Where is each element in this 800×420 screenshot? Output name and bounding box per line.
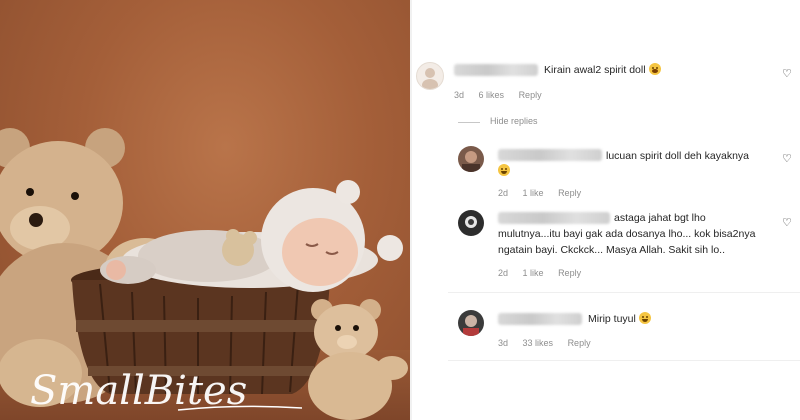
comment-text: lucuan spirit doll deh kayaknya (606, 150, 750, 162)
smallbites-watermark-logo: SmallBites (30, 368, 303, 414)
like-count[interactable]: 1 like (523, 188, 544, 198)
comment-meta: 3d 33 likes Reply (498, 338, 603, 348)
sleeping-baby-image (100, 180, 403, 292)
comment-time: 2d (498, 268, 509, 278)
laughing-emoji-icon (498, 164, 510, 176)
like-count[interactable]: 1 like (523, 268, 544, 278)
comment-emoji-line (498, 163, 510, 179)
comment-text: Kirain awal2 spirit doll (544, 62, 661, 78)
comment-text-line1: astaga jahat bgt lho (614, 212, 706, 224)
like-count[interactable]: 33 likes (523, 338, 554, 348)
comment-time: 2d (498, 188, 509, 198)
like-count[interactable]: 6 likes (479, 90, 505, 100)
comments-panel: Kirain awal2 spirit doll ♡ 3d 6 likes Re… (412, 0, 800, 420)
heart-outline-icon[interactable]: ♡ (782, 216, 792, 229)
hide-replies-button[interactable]: Hide replies (490, 116, 538, 126)
blurred-username[interactable] (498, 212, 610, 224)
small-teddy-bear-image (308, 299, 408, 420)
crying-laughing-emoji-icon (648, 63, 661, 75)
commenter-avatar[interactable] (416, 62, 444, 90)
heart-outline-icon[interactable]: ♡ (782, 67, 792, 80)
comment-time: 3d (454, 90, 465, 100)
hide-replies-line (458, 122, 480, 123)
comment-meta: 2d 1 like Reply (498, 268, 593, 278)
commenter-avatar[interactable] (458, 310, 484, 336)
blurred-username[interactable] (498, 149, 602, 161)
blurred-username[interactable] (498, 313, 582, 325)
commenter-avatar[interactable] (458, 210, 484, 236)
laughing-emoji-icon (638, 312, 651, 324)
heart-outline-icon[interactable]: ♡ (782, 152, 792, 165)
comment-text: Mirip tuyul (588, 311, 651, 327)
comment-meta: 2d 1 like Reply (498, 188, 593, 198)
comment-separator (448, 292, 800, 293)
reply-button[interactable]: Reply (558, 188, 581, 198)
reply-button[interactable]: Reply (519, 90, 542, 100)
comment-text-line3: ngatain bayi. Ckckck... Masya Allah. Sak… (498, 244, 726, 256)
reply-button[interactable]: Reply (568, 338, 591, 348)
reply-button[interactable]: Reply (558, 268, 581, 278)
commenter-avatar[interactable] (458, 146, 484, 172)
baby-photo: SmallBites (0, 0, 410, 420)
comment-time: 3d (498, 338, 509, 348)
comment-meta: 3d 6 likes Reply (454, 90, 554, 100)
blurred-username[interactable] (454, 64, 538, 76)
comment-text-line2: mulutnya...itu bayi gak ada dosanya lho.… (498, 228, 756, 240)
comment-separator (448, 360, 800, 361)
